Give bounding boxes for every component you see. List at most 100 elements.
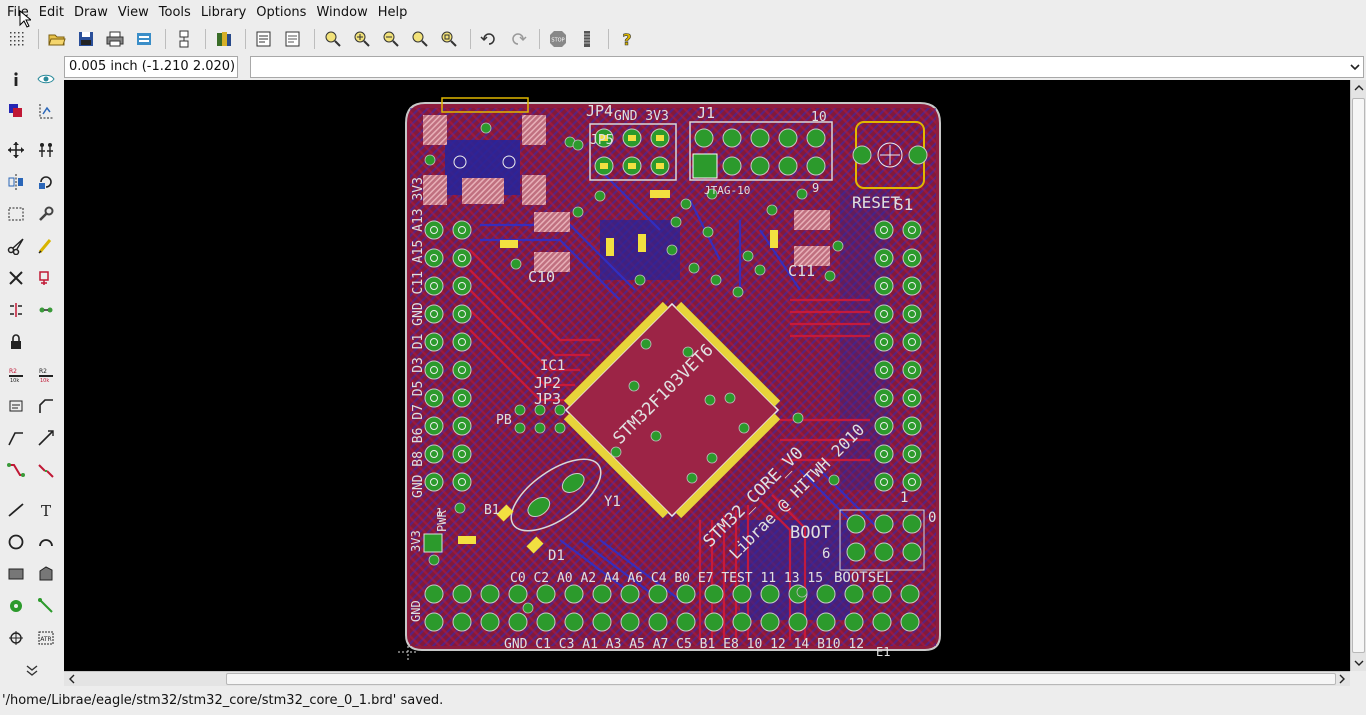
delete-icon xyxy=(9,271,23,285)
stop-label: STOP xyxy=(551,38,564,44)
label-j1: J1 xyxy=(697,104,715,122)
move-icon xyxy=(8,142,24,158)
text-tool[interactable]: T xyxy=(33,497,59,523)
change-tool[interactable] xyxy=(33,201,59,227)
label-pins-row-top: C0 C2 A0 A2 A4 A6 C4 B0 E7 TEST 11 13 15 xyxy=(510,571,823,586)
menu-tools[interactable]: Tools xyxy=(154,0,196,25)
label-zero: 0 xyxy=(928,510,936,526)
grid-button[interactable] xyxy=(4,27,30,51)
label-boot: BOOT xyxy=(790,523,831,543)
chevron-right-icon xyxy=(1339,674,1345,684)
script-button[interactable] xyxy=(251,27,277,51)
group-tool[interactable] xyxy=(3,201,29,227)
via-tool[interactable] xyxy=(3,593,29,619)
go-button[interactable] xyxy=(574,27,600,51)
eye-icon xyxy=(37,74,55,84)
text-icon: T xyxy=(41,502,51,519)
label-d1: D1 xyxy=(548,548,565,564)
paste-tool[interactable] xyxy=(33,233,59,259)
ripup-tool[interactable] xyxy=(33,457,59,483)
svg-text:10k: 10k xyxy=(40,378,49,383)
horizontal-scroll-thumb[interactable] xyxy=(226,673,1336,685)
grid-icon xyxy=(10,32,24,46)
undo-icon xyxy=(480,33,495,45)
stop-icon: STOP xyxy=(550,31,566,47)
rotate-tool[interactable] xyxy=(33,169,59,195)
horizontal-scrollbar[interactable] xyxy=(64,671,1350,686)
replace-tool[interactable] xyxy=(33,297,59,323)
copy-tool[interactable] xyxy=(33,137,59,163)
wire-tool[interactable] xyxy=(3,497,29,523)
status-bar: '/home/Librae/eagle/stm32/stm32_core/stm… xyxy=(0,690,1366,715)
mark-tool[interactable] xyxy=(33,98,59,124)
save-button[interactable] xyxy=(73,27,99,51)
arc-tool[interactable] xyxy=(33,529,59,555)
zoom-out-button[interactable] xyxy=(378,27,404,51)
menu-edit[interactable]: Edit xyxy=(34,0,69,25)
menu-view[interactable]: View xyxy=(113,0,154,25)
open-button[interactable] xyxy=(44,27,70,51)
command-input[interactable] xyxy=(250,56,1350,78)
circle-tool[interactable] xyxy=(3,529,29,555)
paste-icon xyxy=(38,239,52,254)
scroll-right-button[interactable] xyxy=(1334,672,1350,686)
name-tool[interactable]: R2 10k xyxy=(3,361,29,387)
delete-tool[interactable] xyxy=(3,265,29,291)
palette-more-button[interactable] xyxy=(19,660,45,680)
ulp-icon xyxy=(285,31,300,47)
help-button[interactable]: ? xyxy=(614,27,640,51)
menu-draw[interactable]: Draw xyxy=(69,0,113,25)
zoom-fit-button[interactable] xyxy=(320,27,346,51)
chevron-left-icon xyxy=(69,674,75,684)
ripup-icon xyxy=(38,464,54,478)
rect-tool[interactable] xyxy=(3,561,29,587)
add-tool[interactable] xyxy=(33,265,59,291)
vertical-scroll-thumb[interactable] xyxy=(1352,98,1365,653)
scroll-up-button[interactable] xyxy=(1351,80,1366,96)
board-canvas[interactable]: JP4 GND 3V3 J1 10 JP5 JTAG-10 9 RESET S1… xyxy=(64,80,1350,671)
redo-button[interactable] xyxy=(505,27,531,51)
mirror-tool[interactable] xyxy=(3,169,29,195)
scroll-left-button[interactable] xyxy=(64,672,80,686)
menu-window[interactable]: Window xyxy=(311,0,372,25)
undo-button[interactable] xyxy=(476,27,502,51)
show-tool[interactable] xyxy=(33,66,59,92)
optimize-tool[interactable] xyxy=(33,425,59,451)
main-toolbar: STOP ? xyxy=(0,25,1366,53)
board-schematic-button[interactable] xyxy=(171,27,197,51)
label-left-pins: GND B8 B6 D7 D5 D3 D1 GND C11 A15 A13 3V… xyxy=(411,177,426,498)
pinswap-tool[interactable] xyxy=(3,297,29,323)
zoom-in-button[interactable] xyxy=(349,27,375,51)
hole-tool[interactable] xyxy=(3,625,29,651)
value-icon: R2 10k xyxy=(39,368,53,383)
lock-tool[interactable] xyxy=(3,329,29,355)
command-history-dropdown[interactable] xyxy=(1346,56,1364,78)
display-layers-tool[interactable] xyxy=(3,98,29,124)
scroll-down-button[interactable] xyxy=(1351,655,1366,671)
zoom-select-button[interactable] xyxy=(436,27,462,51)
cam-button[interactable] xyxy=(131,27,157,51)
polygon-tool[interactable] xyxy=(33,561,59,587)
miter-tool[interactable] xyxy=(33,393,59,419)
info-tool[interactable] xyxy=(3,66,29,92)
cut-tool[interactable] xyxy=(3,233,29,259)
attribute-tool[interactable]: ATR xyxy=(33,625,59,651)
move-tool[interactable] xyxy=(3,137,29,163)
route-tool[interactable] xyxy=(3,457,29,483)
vertical-scrollbar[interactable] xyxy=(1350,80,1366,671)
value-tool[interactable]: R2 10k xyxy=(33,361,59,387)
split-tool[interactable] xyxy=(3,425,29,451)
rotate-icon xyxy=(39,176,52,189)
signal-tool[interactable] xyxy=(33,593,59,619)
menu-help[interactable]: Help xyxy=(373,0,413,25)
zoom-redraw-button[interactable] xyxy=(407,27,433,51)
ulp-button[interactable] xyxy=(280,27,306,51)
library-button[interactable] xyxy=(211,27,237,51)
menu-library[interactable]: Library xyxy=(196,0,251,25)
smash-tool[interactable] xyxy=(3,393,29,419)
toolbar-separator xyxy=(165,29,166,49)
print-button[interactable] xyxy=(102,27,128,51)
stop-button[interactable]: STOP xyxy=(545,27,571,51)
menu-options[interactable]: Options xyxy=(251,0,311,25)
label-pb: PB xyxy=(496,413,512,428)
